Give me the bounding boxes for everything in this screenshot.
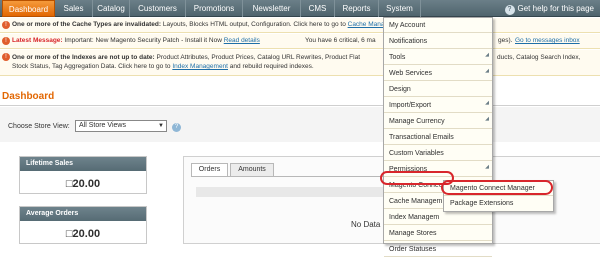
menu-item-design[interactable]: Design [384,82,492,97]
tab-amounts[interactable]: Amounts [230,163,274,177]
menu-item-my-account[interactable]: My Account [384,18,492,33]
cache-message-text: Layouts, Blocks HTML output, Configurati… [162,21,346,28]
index-message-text-2: Stock Status, Tag Aggregation Data. Clic… [12,63,171,70]
menu-item-label: Manage Currency [389,118,445,125]
menu-item-label: Manage Stores [389,230,437,237]
menu-item-manage-currency[interactable]: Manage Currency ◢ [384,114,492,129]
store-view-label: Choose Store View: [8,123,70,130]
average-orders-label: Average Orders [20,207,146,221]
messages-inbox-link[interactable]: Go to messages inbox [515,34,580,48]
latest-message-count: You have 6 critical, 6 ma [305,37,376,44]
tab-divider [191,176,411,177]
highlight-ring [441,180,553,195]
read-details-link[interactable]: Read details [224,37,260,44]
divider [0,105,600,106]
menu-item-index-management[interactable]: Index Managem [384,210,492,225]
menu-item-label: Notifications [389,38,428,45]
lifetime-sales-box: Lifetime Sales □20.00 [19,156,147,194]
latest-message: ! Latest Message: Important: New Magento… [0,34,600,49]
menu-item-notifications[interactable]: Notifications [384,34,492,49]
submenu-arrow-icon: ◢ [485,164,489,170]
top-nav-bar: Dashboard Sales Catalog Customers Promot… [0,0,600,17]
menu-item-label: Web Services [389,70,433,77]
submenu-arrow-icon: ◢ [485,100,489,106]
store-view-value: All Store Views [79,122,126,129]
nav-newsletter[interactable]: Newsletter [243,0,301,17]
menu-item-web-services[interactable]: Web Services ◢ [384,66,492,81]
menu-item-label: Cache Managem [389,198,443,205]
index-message-text-3: and rebuild required indexes. [229,63,314,70]
index-message-text: Product Attributes, Product Prices, Cata… [156,54,360,61]
menu-item-custom-variables[interactable]: Custom Variables [384,146,492,161]
menu-item-label: Order Statuses [389,246,437,253]
index-message: ! One or more of the Indexes are not up … [0,50,600,76]
warning-icon: ! [2,53,10,61]
menu-item-label: Transactional Emails [389,134,454,141]
menu-item-label: My Account [389,22,426,29]
lifetime-sales-value: □20.00 [65,178,101,190]
menu-item-order-statuses[interactable]: Order Statuses [384,242,492,257]
average-orders-value: □20.00 [65,228,101,240]
warning-icon: ! [2,21,10,29]
page-title: Dashboard [2,91,55,102]
store-view-select[interactable]: All Store Views ▼ [75,120,167,132]
menu-item-import-export[interactable]: Import/Export ◢ [384,98,492,113]
cache-message: ! One or more of the Cache Types are inv… [0,18,600,33]
menu-item-manage-stores[interactable]: Manage Stores [384,226,492,241]
submenu-arrow-icon: ◢ [485,116,489,122]
help-link-label: Get help for this page [517,4,595,13]
menu-item-label: Design [389,86,411,93]
nav-reports[interactable]: Reports [335,0,379,17]
chevron-down-icon: ▼ [158,123,164,129]
nav-promotions[interactable]: Promotions [186,0,243,17]
menu-item-tools[interactable]: Tools ◢ [384,50,492,65]
index-message-text-tail: ducts, Catalog Search Index, [497,54,581,61]
average-orders-box: Average Orders □20.00 [19,206,147,244]
cache-message-title: One or more of the Cache Types are inval… [12,21,162,28]
menu-item-label: Index Managem [389,214,440,221]
help-icon: ? [504,5,515,15]
nav-system[interactable]: System [379,0,421,17]
menu-item-transactional-emails[interactable]: Transactional Emails [384,130,492,145]
index-management-link[interactable]: Index Management [172,63,228,70]
tab-orders[interactable]: Orders [191,163,228,177]
nav-customers[interactable]: Customers [130,0,186,17]
latest-message-title: Latest Message: [12,37,63,44]
nav-catalog[interactable]: Catalog [93,0,130,17]
menu-item-label: Import/Export [389,102,432,109]
nav-cms[interactable]: CMS [301,0,335,17]
latest-message-text: Important: New Magento Security Patch - … [64,37,222,44]
no-data-text: No Data [351,220,381,229]
warning-icon: ! [2,37,10,45]
menu-item-label: Tools [389,54,406,61]
index-message-title: One or more of the Indexes are not up to… [12,54,155,61]
nav-dashboard[interactable]: Dashboard [2,0,55,17]
menu-item-label: Custom Variables [389,150,444,157]
help-icon[interactable]: ? [172,123,181,132]
nav-sales[interactable]: Sales [55,0,93,17]
submenu-arrow-icon: ◢ [485,68,489,74]
latest-message-count-tail: ges). [498,37,513,44]
submenu-arrow-icon: ◢ [485,52,489,58]
submenu-item-package-extensions[interactable]: Package Extensions [444,196,553,211]
help-link[interactable]: ? Get help for this page [504,0,595,17]
lifetime-sales-label: Lifetime Sales [20,157,146,171]
